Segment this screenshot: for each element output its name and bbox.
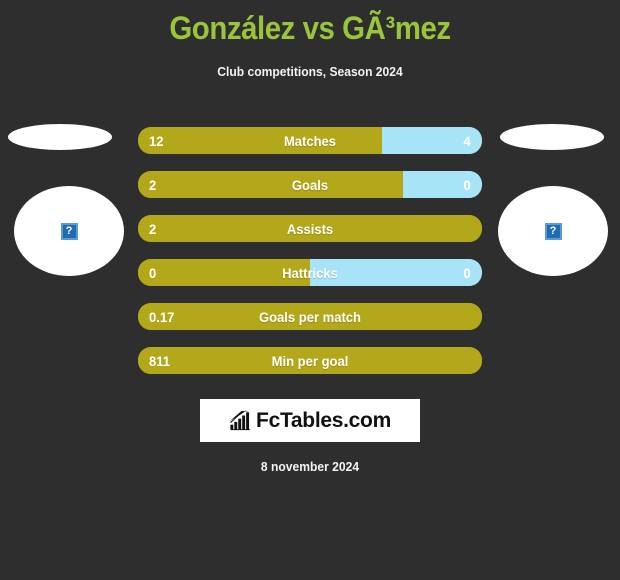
stat-comparison-canvas: González vs GÃ³mez Club competitions, Se… <box>0 0 620 580</box>
broken-image-icon: ? <box>544 222 562 240</box>
fctables-logo[interactable]: FcTables.com <box>200 399 420 442</box>
stat-bar-row: 12 Matches 4 <box>138 127 482 154</box>
stat-bar-row: 0.17 Goals per match <box>138 303 482 330</box>
stat-value-right: 4 <box>463 132 471 149</box>
player-left-top-ellipse <box>8 124 112 150</box>
report-date: 8 november 2024 <box>260 459 360 474</box>
player-right-top-ellipse <box>500 124 604 150</box>
stat-label: Goals <box>291 176 329 193</box>
stat-label: Matches <box>283 132 337 149</box>
stat-bar-row: 2 Goals 0 <box>138 171 482 198</box>
page-subtitle: Club competitions, Season 2024 <box>217 64 403 79</box>
stat-value-right: 0 <box>463 176 471 193</box>
player-left-avatar: ? <box>14 186 124 276</box>
stat-value-right: 0 <box>463 264 471 281</box>
stat-label: Assists <box>286 220 334 237</box>
page-title: González vs GÃ³mez <box>169 10 451 46</box>
player-left-photo: ? <box>8 116 132 296</box>
stat-bar-list: 12 Matches 4 2 Goals 0 2 Assists 0 Hattricks 0 0.17… <box>138 127 482 391</box>
bar-chart-arrow-icon <box>229 409 251 430</box>
player-right-photo: ? <box>488 116 612 296</box>
stat-bar-row: 811 Min per goal <box>138 347 482 374</box>
player-right-avatar: ? <box>498 186 608 276</box>
stat-bar-row: 2 Assists <box>138 215 482 242</box>
stat-label: Min per goal <box>271 352 349 369</box>
stat-bar-row: 0 Hattricks 0 <box>138 259 482 286</box>
fctables-logo-text: FcTables.com <box>256 408 391 432</box>
stat-label: Goals per match <box>258 308 362 325</box>
stat-label: Hattricks <box>282 264 338 281</box>
broken-image-icon: ? <box>60 222 78 240</box>
